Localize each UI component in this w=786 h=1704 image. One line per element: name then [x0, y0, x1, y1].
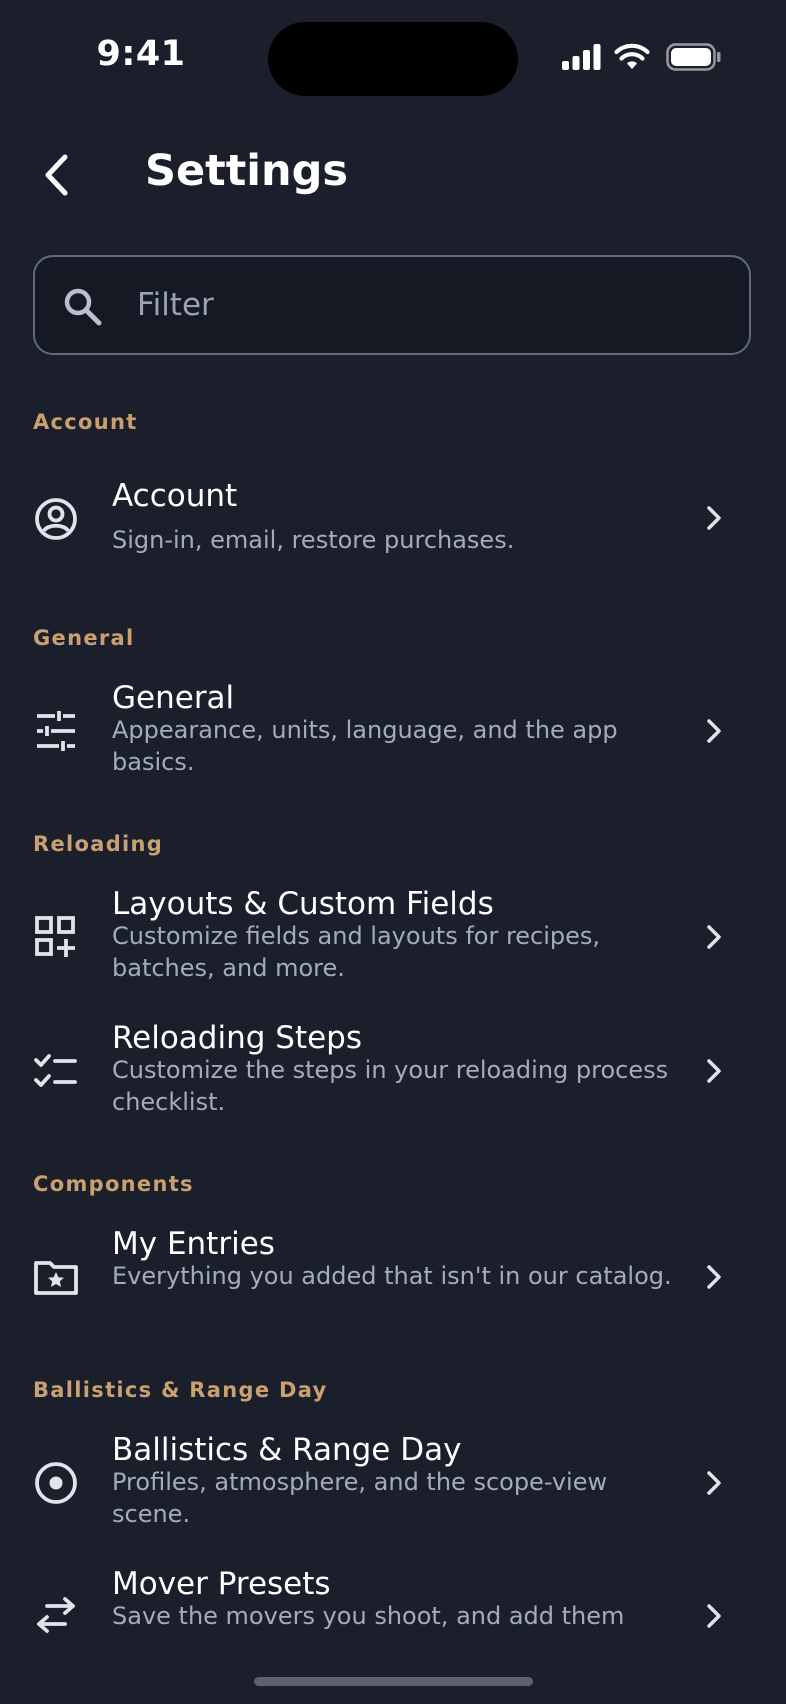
row-title: Ballistics & Range Day [112, 1432, 462, 1468]
cellular-signal-icon [562, 44, 601, 70]
row-subtitle: Customize fields and layouts for recipes… [112, 922, 601, 982]
battery-icon [666, 43, 721, 71]
row-title: Reloading Steps [112, 1020, 362, 1056]
account-circle-icon [35, 498, 77, 540]
back-button[interactable] [30, 145, 82, 205]
section-header-account: Account [33, 410, 138, 434]
filter-search-box[interactable] [33, 255, 751, 355]
settings-row-general[interactable]: General Appearance, units, language, and… [0, 676, 786, 786]
settings-row-layouts-custom-fields[interactable]: Layouts & Custom Fields Customize fields… [0, 882, 786, 992]
settings-row-reloading-steps[interactable]: Reloading Steps Customize the steps in y… [0, 1016, 786, 1126]
grid-add-icon [35, 916, 75, 957]
dynamic-island [268, 22, 518, 96]
settings-row-my-entries[interactable]: My Entries Everything you added that isn… [0, 1222, 786, 1332]
section-header-general: General [33, 626, 135, 650]
chevron-right-icon [707, 925, 721, 949]
checklist-icon [34, 1054, 77, 1087]
target-icon [35, 1462, 77, 1504]
sliders-icon [37, 711, 75, 751]
home-indicator[interactable] [254, 1677, 533, 1686]
section-header-reloading: Reloading [33, 832, 164, 856]
search-icon [64, 288, 102, 326]
chevron-right-icon [707, 506, 721, 530]
section-header-components: Components [33, 1172, 194, 1196]
settings-row-mover-presets[interactable]: Mover Presets Save the movers you shoot,… [0, 1562, 786, 1652]
swap-arrows-icon [37, 1597, 75, 1633]
row-title: General [112, 680, 235, 716]
row-title: My Entries [112, 1226, 275, 1262]
row-subtitle: Customize the steps in your reloading pr… [112, 1056, 669, 1116]
settings-row-ballistics-range-day[interactable]: Ballistics & Range Day Profiles, atmosph… [0, 1428, 786, 1538]
chevron-right-icon [707, 1059, 721, 1083]
wifi-icon [614, 43, 650, 69]
chevron-right-icon [707, 1604, 721, 1628]
chevron-right-icon [707, 1471, 721, 1495]
row-subtitle: Save the movers you shoot, and add them [112, 1602, 625, 1630]
row-title: Layouts & Custom Fields [112, 886, 494, 922]
row-subtitle: Appearance, units, language, and the app… [112, 716, 618, 776]
row-subtitle: Profiles, atmosphere, and the scope-view… [112, 1468, 608, 1528]
folder-star-icon [34, 1261, 78, 1295]
page-title: Settings [145, 146, 348, 196]
row-title: Mover Presets [112, 1566, 331, 1602]
section-header-ballistics: Ballistics & Range Day [33, 1378, 328, 1402]
row-subtitle: Everything you added that isn't in our c… [112, 1262, 672, 1290]
status-bar: 9:41 [0, 0, 786, 120]
settings-row-account[interactable]: Account Sign-in, email, restore purchase… [0, 470, 786, 570]
chevron-right-icon [707, 719, 721, 743]
filter-input[interactable] [137, 279, 717, 331]
row-subtitle: Sign-in, email, restore purchases. [112, 526, 515, 554]
navigation-header: Settings [0, 130, 786, 220]
chevron-right-icon [707, 1265, 721, 1289]
chevron-left-icon [45, 154, 68, 196]
status-time: 9:41 [96, 34, 186, 74]
row-title: Account [112, 478, 238, 514]
